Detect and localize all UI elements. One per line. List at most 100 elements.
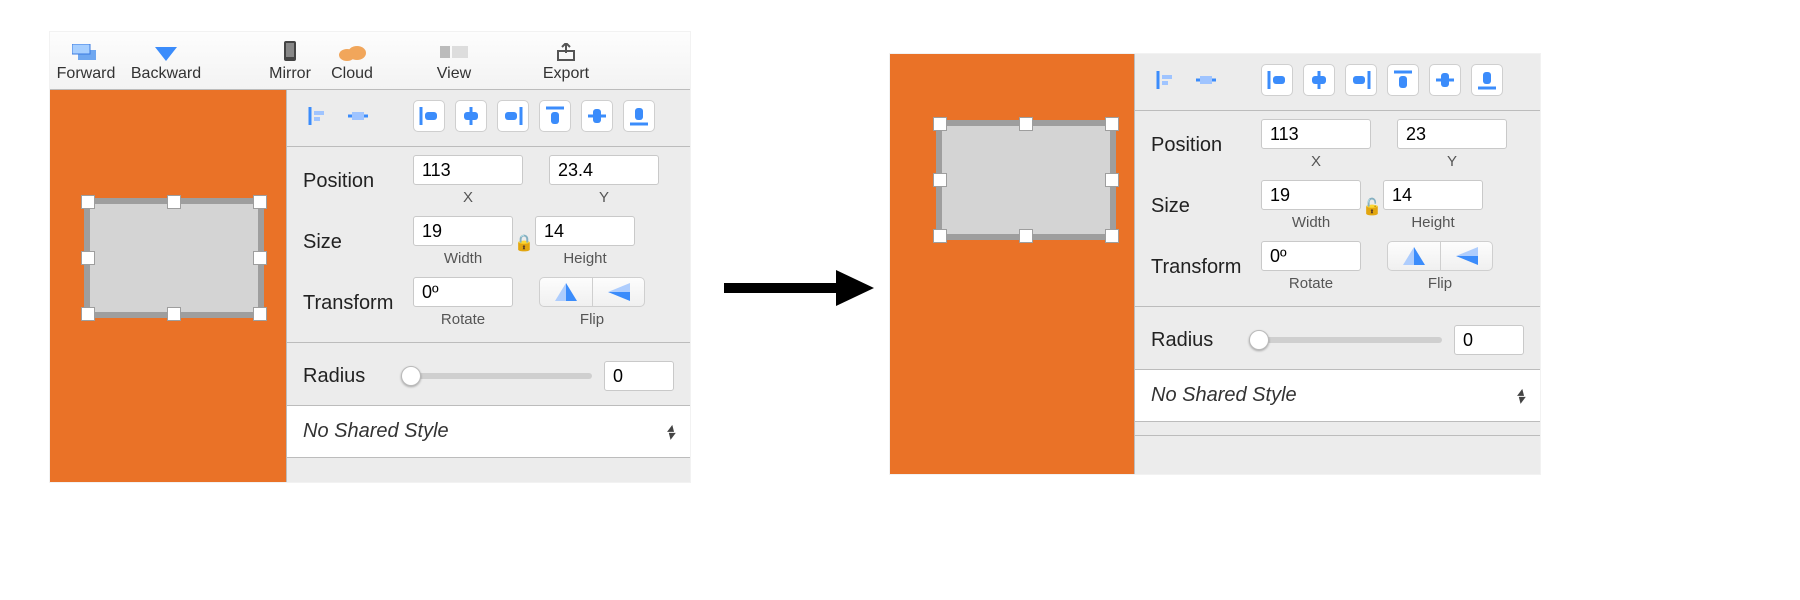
align-top-icon[interactable]	[1387, 64, 1419, 96]
height-sublabel: Height	[563, 248, 606, 269]
resize-handle[interactable]	[81, 307, 95, 321]
shared-style-dropdown[interactable]: No Shared Style ▴▾	[287, 405, 690, 458]
align-bottom-icon[interactable]	[623, 100, 655, 132]
shared-style-dropdown[interactable]: No Shared Style ▴▾	[1135, 369, 1540, 422]
resize-handle[interactable]	[933, 173, 947, 187]
flip-group	[1387, 241, 1493, 271]
flip-horizontal-button[interactable]	[1388, 242, 1440, 270]
inspector-panel: Position X Y Size Width 🔒	[286, 90, 690, 482]
distribute-left-icon[interactable]	[1261, 64, 1293, 96]
distribute-center-icon[interactable]	[1303, 64, 1335, 96]
resize-handle[interactable]	[1019, 229, 1033, 243]
slider-knob[interactable]	[1249, 330, 1269, 350]
toolbar-label: Cloud	[331, 65, 373, 83]
size-label: Size	[303, 231, 413, 254]
forward-icon	[72, 41, 100, 63]
selected-shape[interactable]	[936, 120, 1116, 240]
resize-handle[interactable]	[1105, 117, 1119, 131]
align-bottom-icon[interactable]	[1471, 64, 1503, 96]
y-sublabel: Y	[1447, 151, 1457, 172]
align-middle-icon[interactable]	[1429, 64, 1461, 96]
toolbar-label: Backward	[131, 65, 201, 83]
rotate-input[interactable]	[1261, 241, 1361, 271]
canvas[interactable]	[890, 54, 1134, 474]
transform-label: Transform	[303, 292, 413, 315]
align-center-h-icon[interactable]	[1189, 64, 1223, 96]
alignment-bar	[287, 90, 690, 147]
y-sublabel: Y	[599, 187, 609, 208]
position-y-input[interactable]	[549, 155, 659, 185]
width-input[interactable]	[1261, 180, 1361, 210]
toolbar-cloud[interactable]: Cloud	[320, 41, 384, 83]
toolbar-forward[interactable]: Forward	[50, 41, 122, 83]
distribute-right-icon[interactable]	[1345, 64, 1377, 96]
export-icon	[556, 41, 576, 63]
radius-slider[interactable]	[405, 373, 592, 379]
resize-handle[interactable]	[167, 195, 181, 209]
radius-slider[interactable]	[1253, 337, 1442, 343]
align-middle-icon[interactable]	[581, 100, 613, 132]
unlock-icon[interactable]: 🔓	[1361, 197, 1383, 217]
align-left-icon[interactable]	[301, 100, 335, 132]
flip-sublabel: Flip	[1428, 273, 1452, 294]
height-input[interactable]	[535, 216, 635, 246]
resize-handle[interactable]	[253, 195, 267, 209]
radius-input[interactable]	[1454, 325, 1524, 355]
rotate-sublabel: Rotate	[1289, 273, 1333, 294]
position-y-input[interactable]	[1397, 119, 1507, 149]
flip-vertical-button[interactable]	[1440, 242, 1492, 270]
height-input[interactable]	[1383, 180, 1483, 210]
distribute-center-icon[interactable]	[455, 100, 487, 132]
slider-knob[interactable]	[401, 366, 421, 386]
position-label: Position	[1151, 134, 1261, 157]
cloud-icon	[337, 41, 367, 63]
mirror-icon	[282, 41, 298, 63]
stepper-icon: ▴▾	[667, 424, 674, 440]
resize-handle[interactable]	[253, 307, 267, 321]
canvas[interactable]	[50, 90, 286, 482]
distribute-right-icon[interactable]	[497, 100, 529, 132]
view-icon	[440, 41, 468, 63]
x-sublabel: X	[1311, 151, 1321, 172]
toolbar-view[interactable]: View	[424, 41, 484, 83]
resize-handle[interactable]	[933, 229, 947, 243]
toolbar-export[interactable]: Export	[534, 41, 598, 83]
radius-input[interactable]	[604, 361, 674, 391]
selected-shape[interactable]	[84, 198, 264, 318]
shared-style-label: No Shared Style	[1151, 384, 1297, 407]
position-x-input[interactable]	[1261, 119, 1371, 149]
toolbar-label: Mirror	[269, 65, 311, 83]
resize-handle[interactable]	[1019, 117, 1033, 131]
resize-handle[interactable]	[167, 307, 181, 321]
toolbar-label: View	[437, 65, 471, 83]
resize-handle[interactable]	[933, 117, 947, 131]
flip-group	[539, 277, 645, 307]
toolbar-mirror[interactable]: Mirror	[260, 41, 320, 83]
resize-handle[interactable]	[1105, 229, 1119, 243]
flip-sublabel: Flip	[580, 309, 604, 330]
lock-icon[interactable]: 🔒	[513, 233, 535, 253]
flip-horizontal-button[interactable]	[540, 278, 592, 306]
flip-vertical-button[interactable]	[592, 278, 644, 306]
distribute-left-icon[interactable]	[413, 100, 445, 132]
radius-label: Radius	[1151, 329, 1241, 352]
position-x-input[interactable]	[413, 155, 523, 185]
width-sublabel: Width	[1292, 212, 1330, 233]
position-label: Position	[303, 170, 413, 193]
width-input[interactable]	[413, 216, 513, 246]
left-screenshot: Forward Backward Mirror Cloud View	[50, 32, 690, 482]
resize-handle[interactable]	[253, 251, 267, 265]
align-top-icon[interactable]	[539, 100, 571, 132]
shared-style-label: No Shared Style	[303, 420, 449, 443]
resize-handle[interactable]	[81, 195, 95, 209]
resize-handle[interactable]	[81, 251, 95, 265]
align-center-h-icon[interactable]	[341, 100, 375, 132]
rotate-input[interactable]	[413, 277, 513, 307]
transition-arrow-icon	[724, 268, 874, 308]
toolbar-label: Forward	[57, 65, 116, 83]
alignment-bar	[1135, 54, 1540, 111]
toolbar-backward[interactable]: Backward	[122, 41, 210, 83]
width-sublabel: Width	[444, 248, 482, 269]
align-left-icon[interactable]	[1149, 64, 1183, 96]
resize-handle[interactable]	[1105, 173, 1119, 187]
